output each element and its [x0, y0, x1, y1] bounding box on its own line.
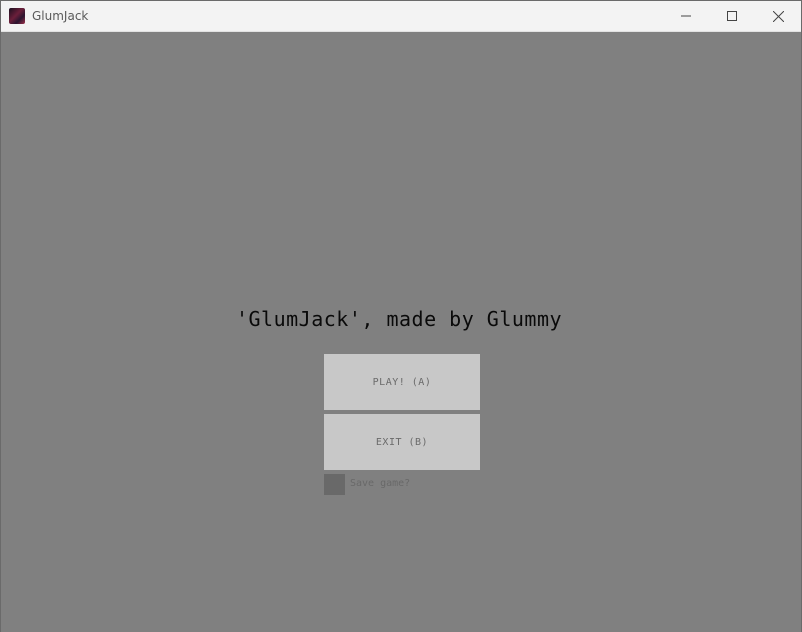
app-icon	[9, 8, 25, 24]
app-window: GlumJack 'GlumJack', made by Glummy PLAY…	[0, 0, 802, 632]
maximize-button[interactable]	[709, 1, 755, 31]
save-game-label: Save game?	[350, 478, 411, 489]
minimize-button[interactable]	[663, 1, 709, 31]
minimize-icon	[681, 15, 691, 17]
window-title: GlumJack	[32, 9, 89, 23]
game-canvas: 'GlumJack', made by Glummy PLAY! (A) EXI…	[1, 32, 801, 632]
play-button-label: PLAY! (A)	[372, 376, 432, 388]
exit-button[interactable]: EXIT (B)	[324, 414, 480, 470]
game-title: 'GlumJack', made by Glummy	[235, 307, 563, 331]
title-bar[interactable]: GlumJack	[1, 1, 801, 32]
close-button[interactable]	[755, 1, 801, 31]
play-button[interactable]: PLAY! (A)	[324, 354, 480, 410]
maximize-icon	[727, 11, 737, 21]
close-icon	[772, 10, 784, 22]
exit-button-label: EXIT (B)	[375, 436, 429, 448]
save-game-checkbox[interactable]	[324, 474, 345, 495]
